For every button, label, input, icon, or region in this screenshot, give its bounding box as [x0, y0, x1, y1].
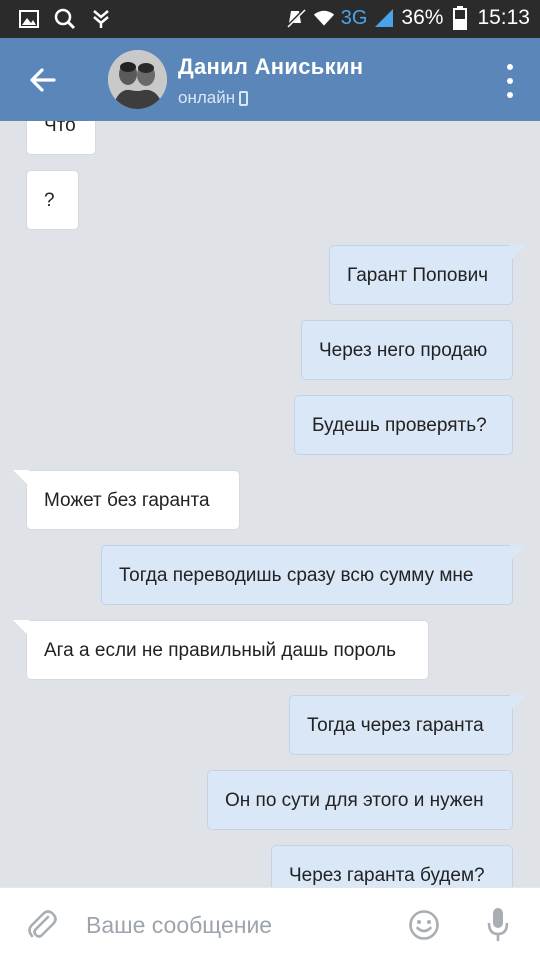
message-outgoing[interactable]: Он по сути для этого и нужен [207, 770, 513, 830]
status-bar: 3G 36% 15:13 [0, 0, 540, 38]
online-status-label: онлайн [178, 88, 236, 107]
message-list[interactable]: Что ? Гарант Попович Через него продаю Б… [0, 121, 540, 887]
message-text: Может без гаранта [44, 490, 210, 511]
bubble-tail [510, 545, 526, 561]
mobile-phone-icon [239, 90, 249, 106]
message-text: Будешь проверять? [312, 415, 487, 436]
message-incoming[interactable]: Что [26, 121, 96, 155]
battery-level: 36% [401, 6, 444, 29]
network-type: 3G [340, 6, 368, 29]
online-status: онлайн [178, 88, 249, 108]
message-outgoing[interactable]: Через него продаю [301, 320, 513, 380]
message-outgoing[interactable]: Тогда переводишь сразу всю сумму мне [101, 545, 526, 605]
back-button[interactable] [22, 62, 62, 98]
smiley-icon [409, 910, 439, 940]
chat-header: Данил Аниськин онлайн [0, 38, 540, 121]
message-outgoing[interactable]: Тогда через гаранта [289, 695, 526, 755]
bubble-tail [13, 470, 29, 486]
avatar[interactable] [108, 50, 167, 109]
message-text: Гарант Попович [347, 265, 489, 286]
voice-record-button[interactable] [486, 906, 510, 944]
attach-button[interactable] [26, 908, 58, 942]
message-text: Через него продаю [319, 340, 488, 361]
message-text: Ага а если не правильный дашь пороль [44, 640, 397, 661]
microphone-icon [487, 908, 509, 941]
signal-icon [373, 7, 395, 29]
search-icon [54, 8, 76, 30]
battery-icon [449, 6, 471, 30]
message-text: Тогда переводишь сразу всю сумму мне [119, 565, 474, 586]
mute-icon [285, 7, 307, 29]
bubble-tail [510, 245, 526, 261]
menu-dot-icon [507, 78, 513, 84]
arrow-left-icon [30, 68, 56, 92]
message-incoming[interactable]: Может без гаранта [13, 470, 240, 530]
message-input[interactable] [86, 906, 386, 944]
bubble-tail [510, 695, 526, 711]
message-text: Тогда через гаранта [307, 715, 484, 736]
bubble-tail [13, 620, 29, 636]
message-text: Через гаранта будем? [289, 865, 485, 886]
message-composer [0, 887, 540, 960]
contact-name[interactable]: Данил Аниськин [178, 54, 363, 80]
message-outgoing[interactable]: Будешь проверять? [294, 395, 513, 455]
paperclip-icon [28, 910, 57, 938]
message-text: ? [44, 190, 55, 211]
more-menu-button[interactable] [500, 64, 520, 98]
clock: 15:13 [477, 6, 530, 29]
menu-dot-icon [507, 64, 513, 70]
message-text: Он по сути для этого и нужен [225, 790, 484, 811]
vk-icon [90, 8, 112, 30]
message-incoming[interactable]: Ага а если не правильный дашь пороль [13, 620, 429, 680]
message-outgoing[interactable]: Через гаранта будем? [271, 845, 513, 887]
wifi-icon [313, 7, 335, 29]
emoji-button[interactable] [408, 909, 440, 941]
gallery-icon [18, 8, 40, 30]
message-incoming[interactable]: ? [26, 170, 79, 230]
menu-dot-icon [507, 92, 513, 98]
message-text: Что [44, 121, 76, 136]
message-outgoing[interactable]: Гарант Попович [329, 245, 526, 305]
